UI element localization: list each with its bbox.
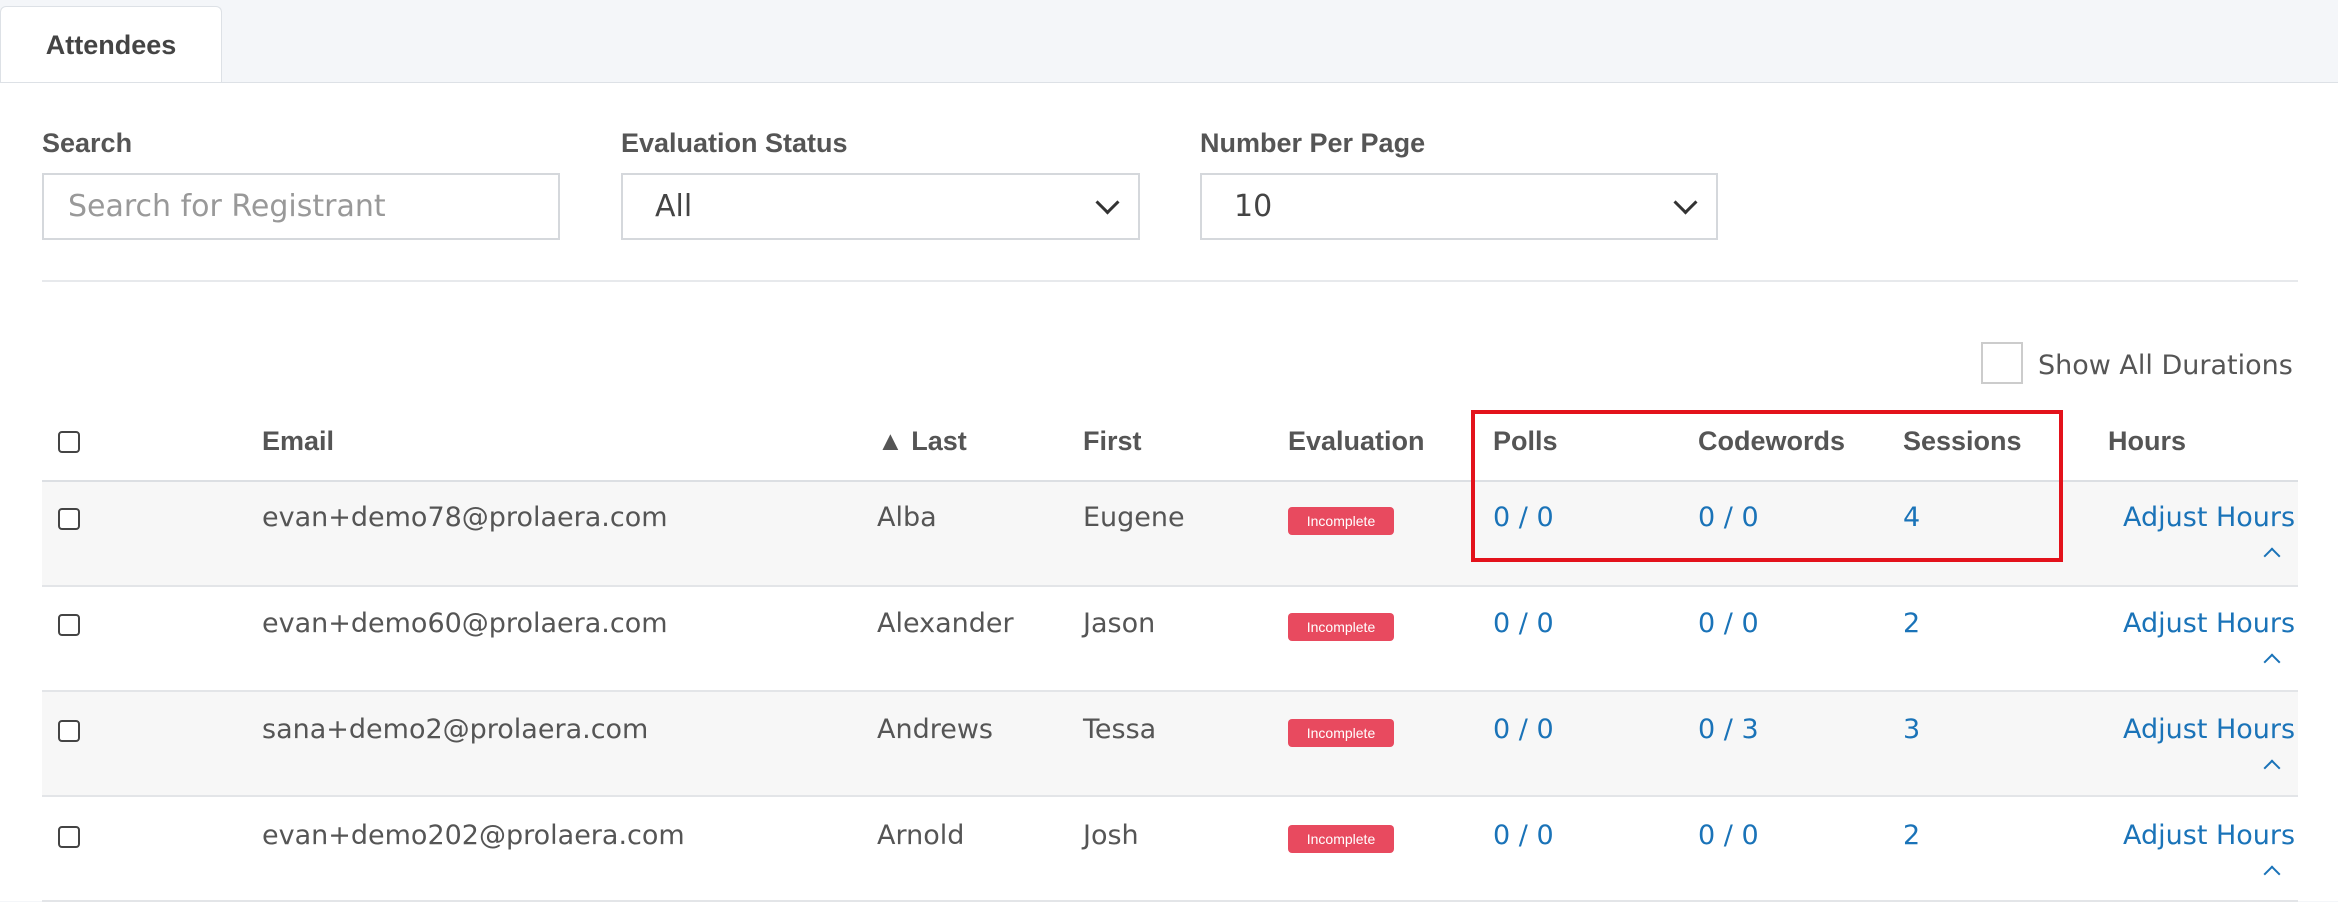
row-first: Jason: [1083, 608, 1156, 639]
table-row: [42, 482, 2298, 587]
column-polls[interactable]: Polls: [1493, 426, 1558, 457]
column-sessions[interactable]: Sessions: [1903, 426, 2022, 457]
number-per-page-value: 10: [1234, 189, 1273, 224]
codewords-link[interactable]: 0 / 3: [1698, 714, 1759, 745]
row-last: Arnold: [877, 820, 965, 851]
number-per-page-label: Number Per Page: [1200, 128, 1426, 158]
evaluation-badge: Incomplete: [1288, 719, 1394, 747]
row-checkbox[interactable]: [58, 826, 80, 848]
evaluation-status-select[interactable]: All: [621, 173, 1140, 240]
row-first: Eugene: [1083, 502, 1185, 533]
sessions-link[interactable]: 2: [1903, 820, 1920, 851]
column-first[interactable]: First: [1083, 426, 1142, 457]
adjust-hours-link[interactable]: Adjust Hours: [2123, 502, 2295, 533]
row-email: evan+demo78@prolaera.com: [262, 502, 668, 533]
tab-attendees[interactable]: Attendees: [0, 6, 222, 84]
column-email[interactable]: Email: [262, 426, 334, 457]
row-last: Andrews: [877, 714, 993, 745]
row-checkbox[interactable]: [58, 614, 80, 636]
adjust-hours-link[interactable]: Adjust Hours: [2123, 608, 2295, 639]
row-checkbox[interactable]: [58, 508, 80, 530]
row-email: evan+demo60@prolaera.com: [262, 608, 668, 639]
table-row: [42, 587, 2298, 692]
row-first: Tessa: [1083, 714, 1157, 745]
evaluation-badge: Incomplete: [1288, 825, 1394, 853]
search-placeholder: Search for Registrant: [68, 189, 386, 224]
row-checkbox[interactable]: [58, 720, 80, 742]
row-email: sana+demo2@prolaera.com: [262, 714, 649, 745]
polls-link[interactable]: 0 / 0: [1493, 820, 1554, 851]
sessions-link[interactable]: 4: [1903, 502, 1920, 533]
column-hours[interactable]: Hours: [2108, 426, 2186, 457]
codewords-link[interactable]: 0 / 0: [1698, 820, 1759, 851]
search-label: Search: [42, 128, 133, 158]
sessions-link[interactable]: 3: [1903, 714, 1920, 745]
evaluation-badge: Incomplete: [1288, 613, 1394, 641]
column-evaluation[interactable]: Evaluation: [1288, 426, 1425, 457]
number-per-page-select[interactable]: 10: [1200, 173, 1718, 240]
column-codewords[interactable]: Codewords: [1698, 426, 1845, 457]
tab-attendees-label: Attendees: [45, 30, 177, 60]
evaluation-status-value: All: [655, 189, 693, 224]
polls-link[interactable]: 0 / 0: [1493, 608, 1554, 639]
search-input[interactable]: Search for Registrant: [42, 173, 560, 240]
chevron-down-icon: [1673, 190, 1698, 215]
chevron-down-icon: [1095, 190, 1120, 215]
show-all-durations-checkbox[interactable]: [1981, 342, 2023, 384]
adjust-hours-link[interactable]: Adjust Hours: [2123, 820, 2295, 851]
sessions-link[interactable]: 2: [1903, 608, 1920, 639]
evaluation-status-label: Evaluation Status: [621, 128, 848, 158]
polls-link[interactable]: 0 / 0: [1493, 714, 1554, 745]
adjust-hours-link[interactable]: Adjust Hours: [2123, 714, 2295, 745]
row-last: Alexander: [877, 608, 1014, 639]
codewords-link[interactable]: 0 / 0: [1698, 608, 1759, 639]
row-last: Alba: [877, 502, 937, 533]
row-first: Josh: [1083, 820, 1139, 851]
polls-link[interactable]: 0 / 0: [1493, 502, 1554, 533]
show-all-durations-label: Show All Durations: [2038, 350, 2293, 381]
evaluation-badge: Incomplete: [1288, 507, 1394, 535]
column-last[interactable]: ▲ Last: [877, 426, 967, 457]
filters-divider: [42, 280, 2298, 282]
codewords-link[interactable]: 0 / 0: [1698, 502, 1759, 533]
row-email: evan+demo202@prolaera.com: [262, 820, 685, 851]
select-all-checkbox[interactable]: [58, 431, 80, 453]
